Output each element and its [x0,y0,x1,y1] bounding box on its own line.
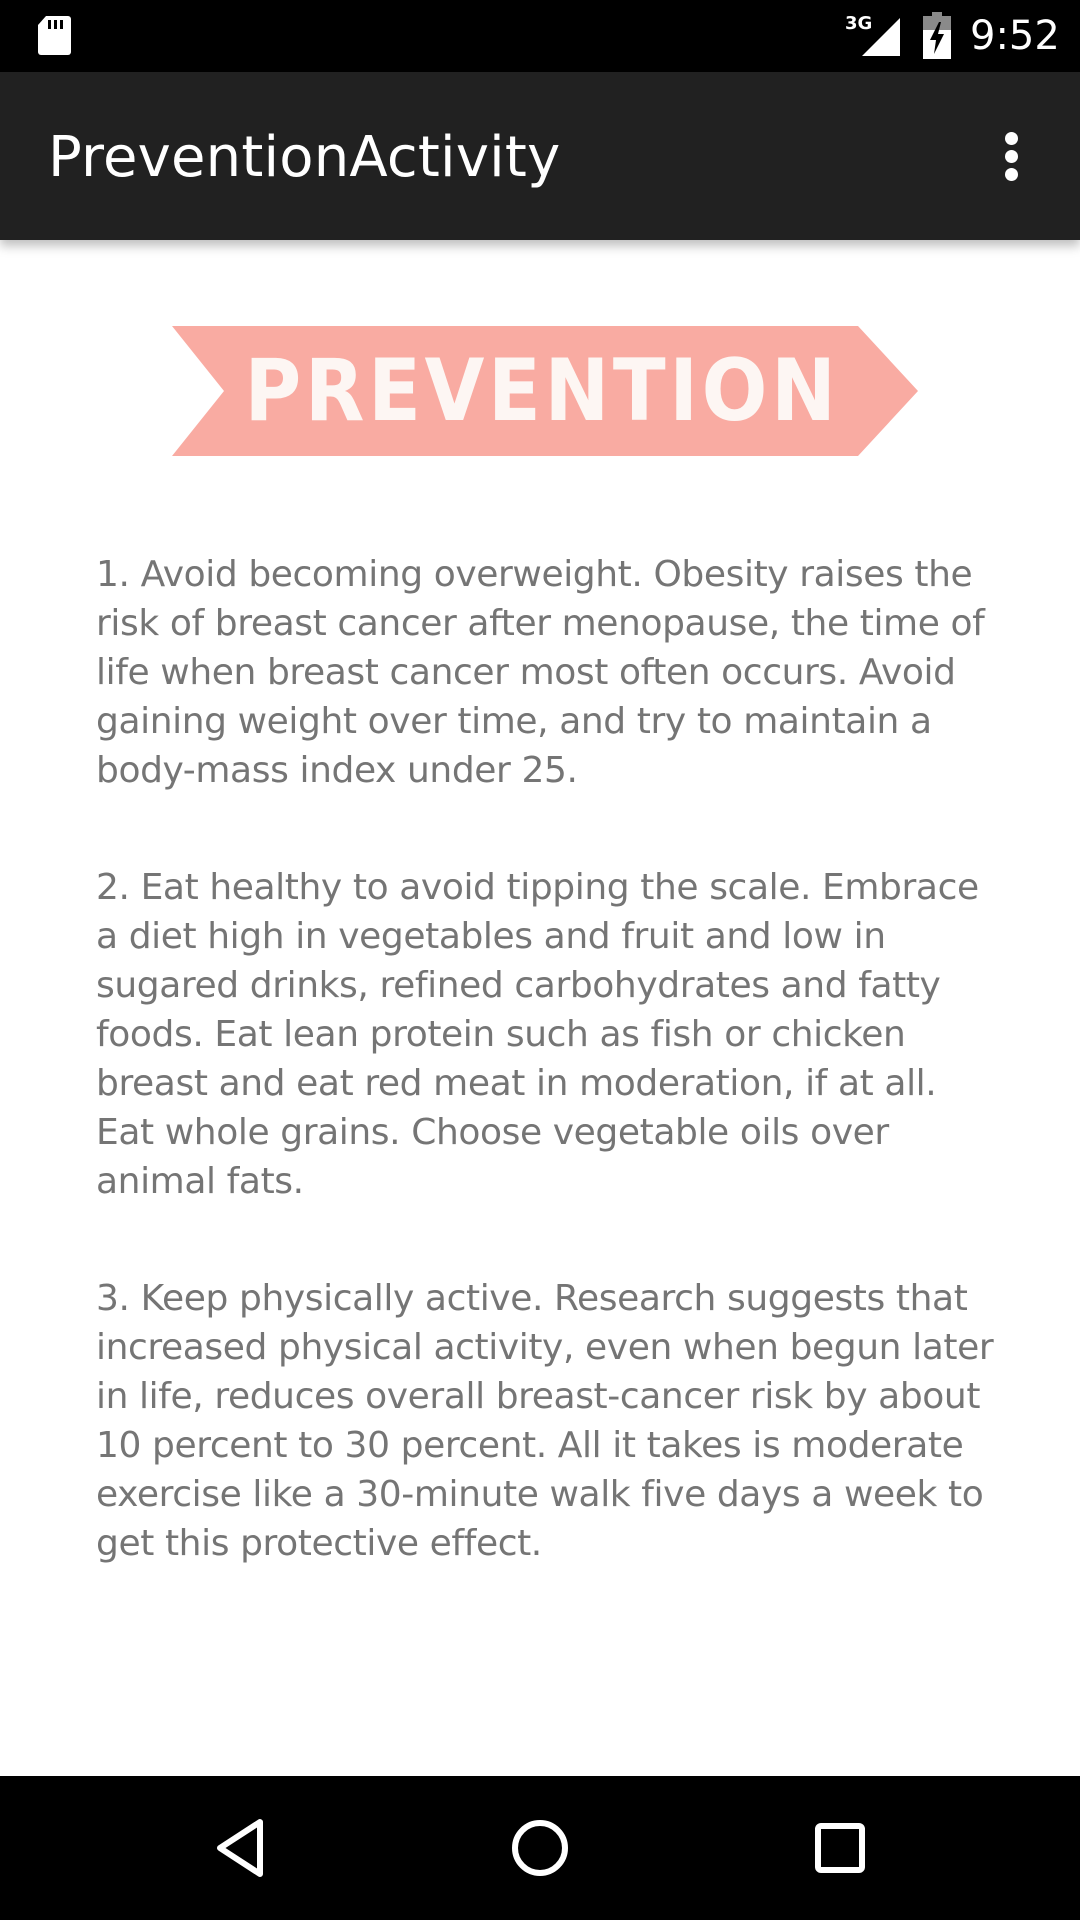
home-icon[interactable] [504,1812,576,1884]
banner-text: PREVENTION [244,341,840,441]
battery-charging-icon [923,12,951,59]
overflow-dot [1005,132,1018,145]
prevention-tip-2: 2. Eat healthy to avoid tipping the scal… [96,867,979,1202]
content-scroll[interactable]: PREVENTION 1. Avoid becoming overweight.… [0,240,1080,1776]
screen: 3G 9:52 PreventionActivity PREVENTION 1.… [0,0,1080,1920]
sd-card-icon [38,16,71,55]
more-vert-icon[interactable] [990,120,1038,192]
prevention-tip-3: 3. Keep physically active. Research sugg… [96,1278,994,1564]
prevention-banner: PREVENTION [172,326,918,456]
overflow-dot [1005,168,1018,181]
back-icon[interactable] [204,1812,276,1884]
signal-icon [862,18,900,56]
prevention-tip-1: 1. Avoid becoming overweight. Obesity ra… [96,554,985,791]
navigation-bar [0,1776,1080,1920]
app-bar: PreventionActivity [0,72,1080,240]
status-bar: 3G 9:52 [0,0,1080,72]
recents-icon[interactable] [804,1812,876,1884]
clock: 9:52 [970,13,1060,59]
app-title: PreventionActivity [48,125,561,190]
overflow-dot [1005,150,1018,163]
